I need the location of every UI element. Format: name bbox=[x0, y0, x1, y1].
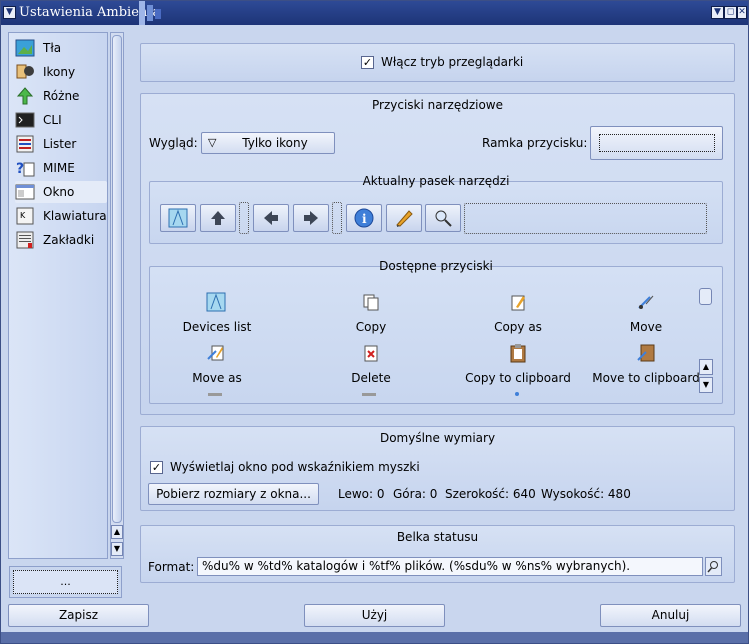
toolbar-separator bbox=[239, 202, 249, 234]
available-item[interactable]: Move bbox=[581, 320, 711, 334]
sidebar-item-window[interactable]: Okno bbox=[15, 181, 107, 203]
browser-mode-checkbox[interactable]: ✓ bbox=[361, 56, 374, 69]
window-icon bbox=[15, 183, 35, 201]
frame-button[interactable] bbox=[590, 126, 723, 160]
available-item[interactable]: Devices list bbox=[152, 320, 282, 334]
chevron-down-icon: ▽ bbox=[208, 136, 217, 149]
sidebar-item-wallpaper[interactable]: Tła bbox=[15, 37, 107, 59]
cancel-button[interactable]: Anuluj bbox=[600, 604, 741, 627]
arrow-left-icon[interactable] bbox=[253, 204, 289, 232]
toolbar-separator bbox=[332, 202, 342, 234]
sidebar-item-cli[interactable]: CLI bbox=[15, 109, 107, 131]
sidebar-item-icons[interactable]: Ikony bbox=[15, 61, 107, 83]
sidebar-scrollbar[interactable]: ▲ ▼ bbox=[110, 32, 124, 559]
terminal-icon bbox=[15, 111, 35, 129]
copy-icon[interactable] bbox=[360, 291, 382, 313]
available-scroll-handle[interactable] bbox=[699, 288, 712, 305]
browser-mode-label: Włącz tryb przeglądarki bbox=[381, 55, 524, 69]
partial-item-icon bbox=[208, 393, 222, 396]
look-label: Wygląd: bbox=[149, 136, 198, 150]
current-toolbar-title: Aktualny pasek narzędzi bbox=[362, 174, 510, 188]
scroll-down-icon[interactable]: ▼ bbox=[111, 542, 123, 556]
pointer-checkbox[interactable]: ✓ bbox=[150, 461, 163, 474]
wallpaper-icon bbox=[15, 39, 35, 57]
available-item[interactable]: Copy as bbox=[453, 320, 583, 334]
sidebar-item-keyboard[interactable]: K Klawiatura bbox=[15, 205, 107, 227]
move-as-icon[interactable] bbox=[205, 342, 227, 364]
frame-label: Ramka przycisku: bbox=[482, 136, 588, 150]
mime-icon: ? bbox=[15, 159, 35, 177]
window-bottom-border bbox=[1, 632, 748, 643]
maximize-button[interactable]: ◻ bbox=[724, 6, 737, 19]
category-list: Tła Ikony Różne CLI Lister ? MIME Okno K… bbox=[8, 32, 108, 559]
copy-as-icon[interactable] bbox=[507, 291, 529, 313]
move-to-clipboard-icon[interactable] bbox=[635, 342, 657, 364]
pointer-label: Wyświetlaj okno pod wskaźnikiem myszki bbox=[170, 460, 420, 474]
available-item[interactable]: Move to clipboard bbox=[581, 371, 711, 385]
svg-text:i: i bbox=[362, 212, 367, 226]
available-item[interactable]: Copy bbox=[306, 320, 436, 334]
icons-icon bbox=[15, 63, 35, 81]
sidebar-bottom-panel: ... bbox=[9, 566, 122, 598]
edit-icon[interactable] bbox=[386, 204, 422, 232]
apply-button[interactable]: Użyj bbox=[304, 604, 445, 627]
available-item[interactable]: Move as bbox=[152, 371, 282, 385]
close-button[interactable]: ✕ bbox=[737, 6, 747, 19]
devices-list-icon[interactable] bbox=[205, 291, 227, 313]
default-size-title: Domyślne wymiary bbox=[379, 431, 496, 445]
toolbar-buttons-title: Przyciski narzędziowe bbox=[371, 98, 503, 112]
left-value: Lewo: 0 bbox=[338, 487, 385, 501]
sidebar-item-lister[interactable]: Lister bbox=[15, 133, 107, 155]
default-size-group: Domyślne wymiary ✓ Wyświetlaj okno pod w… bbox=[140, 426, 735, 511]
scroll-up-icon[interactable]: ▲ bbox=[699, 359, 713, 375]
save-button[interactable]: Zapisz bbox=[8, 604, 149, 627]
sidebar-item-mime[interactable]: ? MIME bbox=[15, 157, 107, 179]
search-icon[interactable] bbox=[425, 204, 461, 232]
status-bar-title: Belka statusu bbox=[396, 530, 479, 544]
title-bar: ▼ Ustawienia Ambienta ▼ ◻ ✕ bbox=[1, 1, 748, 25]
arrow-right-icon[interactable] bbox=[293, 204, 329, 232]
sidebar-bottom-button[interactable]: ... bbox=[13, 570, 118, 594]
misc-icon bbox=[15, 87, 35, 105]
svg-text:?: ? bbox=[16, 161, 24, 177]
bookmarks-icon bbox=[15, 231, 35, 249]
info-icon[interactable]: i bbox=[346, 204, 382, 232]
scroll-down-icon[interactable]: ▼ bbox=[699, 377, 713, 393]
sidebar-item-bookmarks[interactable]: Zakładki bbox=[15, 229, 107, 251]
lister-icon bbox=[15, 135, 35, 153]
arrow-up-icon[interactable] bbox=[200, 204, 236, 232]
available-item[interactable]: Delete bbox=[306, 371, 436, 385]
keyboard-icon: K bbox=[15, 207, 35, 225]
available-buttons-title: Dostępne przyciski bbox=[379, 259, 493, 273]
look-select[interactable]: ▽ Tylko ikony bbox=[201, 132, 335, 154]
height-value: Wysokość: 480 bbox=[541, 487, 631, 501]
partial-item-icon bbox=[515, 392, 519, 396]
delete-icon[interactable] bbox=[360, 342, 382, 364]
partial-item-icon bbox=[362, 393, 376, 396]
move-icon[interactable] bbox=[635, 291, 657, 313]
format-label: Format: bbox=[148, 560, 195, 574]
toolbar-drop-area[interactable] bbox=[464, 203, 707, 234]
format-input[interactable]: %du% w %td% katalogów i %tf% plików. (%s… bbox=[197, 557, 703, 576]
search-icon[interactable] bbox=[705, 557, 722, 576]
titlebar-decoration-icon bbox=[139, 1, 161, 25]
browser-mode-group: ✓ Włącz tryb przeglądarki bbox=[140, 43, 735, 82]
settings-window: ▼ Ustawienia Ambienta ▼ ◻ ✕ Tła Ikony Ró… bbox=[0, 0, 749, 644]
devices-list-icon[interactable] bbox=[160, 204, 196, 232]
top-value: Góra: 0 bbox=[393, 487, 438, 501]
available-item[interactable]: Copy to clipboard bbox=[453, 371, 583, 385]
get-size-button[interactable]: Pobierz rozmiary z okna... bbox=[148, 483, 319, 505]
scrollbar-handle[interactable] bbox=[112, 35, 122, 523]
window-menu-button[interactable]: ▼ bbox=[3, 6, 16, 19]
width-value: Szerokość: 640 bbox=[445, 487, 536, 501]
minimize-button[interactable]: ▼ bbox=[711, 6, 724, 19]
copy-to-clipboard-icon[interactable] bbox=[507, 342, 529, 364]
sidebar-item-misc[interactable]: Różne bbox=[15, 85, 107, 107]
scroll-up-icon[interactable]: ▲ bbox=[111, 525, 123, 539]
svg-text:K: K bbox=[20, 211, 26, 220]
